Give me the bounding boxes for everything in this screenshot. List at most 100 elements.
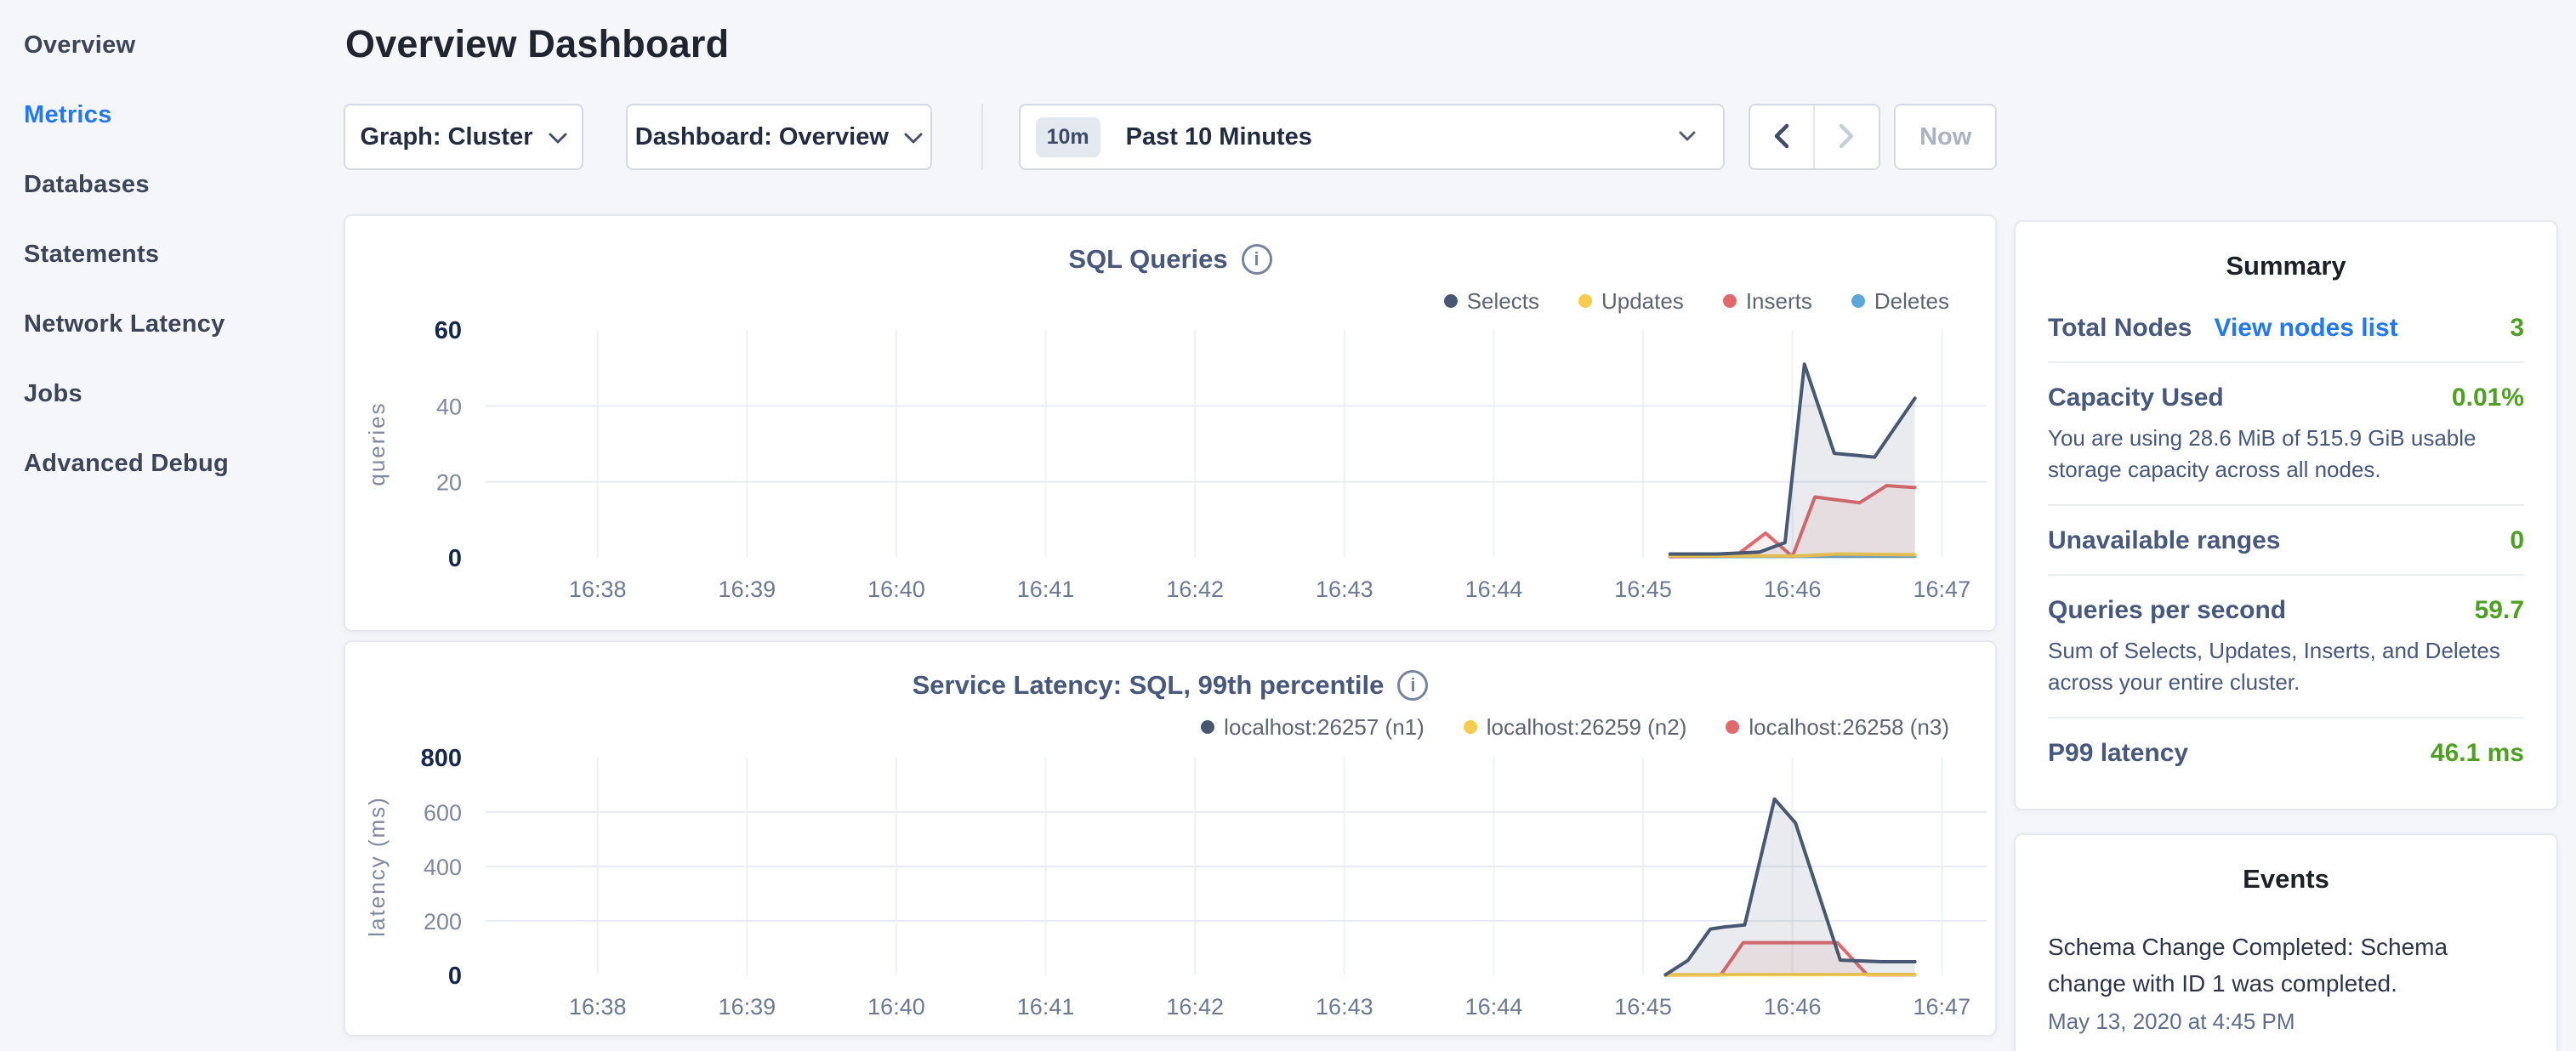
svg-text:16:38: 16:38 [569,577,627,602]
prev-time-button[interactable] [1750,105,1815,168]
chart-title: Service Latency: SQL, 99th percentile [913,670,1385,701]
sidebar-item-jobs[interactable]: Jobs [0,359,344,429]
metrics-page: Overview Metrics Databases Statements Ne… [0,0,2576,1051]
legend-dot [1444,294,1458,308]
svg-text:400: 400 [424,855,462,880]
legend-dot [1201,720,1214,734]
sidebar-item-metrics[interactable]: Metrics [0,80,344,150]
chevron-right-icon [1839,123,1854,151]
summary-label: Capacity Used [2048,383,2224,412]
svg-text:0: 0 [448,963,462,990]
svg-text:16:44: 16:44 [1465,577,1523,602]
legend-dot [1464,720,1477,734]
summary-title: Summary [2048,251,2524,281]
summary-row-total-nodes: Total Nodes View nodes list 3 [2048,293,2524,361]
summary-label: Queries per second [2048,596,2286,625]
sql-queries-card: SQL Queries i Selects Updates Inserts De… [344,214,1997,632]
graph-dropdown[interactable]: Graph: Cluster [344,104,583,170]
chevron-left-icon [1774,123,1789,151]
graph-dropdown-label: Graph: Cluster [360,123,532,151]
time-window-label: Past 10 Minutes [1126,123,1312,151]
legend-item: Inserts [1723,288,1812,315]
svg-text:20: 20 [436,470,462,496]
event-item: Schema Change Completed: Schema change w… [2048,929,2524,1036]
svg-text:16:47: 16:47 [1914,577,1971,602]
legend-item: Selects [1444,288,1539,315]
svg-text:16:40: 16:40 [867,994,925,1020]
svg-text:16:41: 16:41 [1017,994,1075,1020]
chevron-down-icon [1679,131,1696,146]
sidebar-item-statements[interactable]: Statements [0,219,344,289]
summary-value: 46.1 ms [2431,739,2524,768]
summary-description: Sum of Selects, Updates, Inserts, and De… [2048,635,2524,698]
summary-row-unavailable-ranges: Unavailable ranges 0 [2048,504,2524,574]
legend-item: Deletes [1851,288,1949,315]
svg-text:16:46: 16:46 [1764,994,1822,1020]
chart-legend: Selects Updates Inserts Deletes [345,282,1995,320]
chart-title: SQL Queries [1068,244,1227,275]
svg-text:16:39: 16:39 [719,994,776,1020]
summary-row-p99-latency: P99 latency 46.1 ms [2048,717,2524,787]
latency-chart[interactable]: 16:38 16:39 16:40 16:41 16:42 16:43 16:44 16:45… [345,746,1995,1035]
events-title: Events [2048,864,2524,895]
sidebar-item-network-latency[interactable]: Network Latency [0,289,344,359]
sidebar-item-databases[interactable]: Databases [0,150,344,219]
legend-item: localhost:26258 (n3) [1726,714,1949,741]
info-icon[interactable]: i [1242,244,1272,275]
summary-value: 59.7 [2475,596,2524,625]
sidebar-item-advanced-debug[interactable]: Advanced Debug [0,429,344,498]
view-nodes-link[interactable]: View nodes list [2214,314,2397,343]
svg-text:600: 600 [424,800,462,826]
time-range-selector[interactable]: 10m Past 10 Minutes [1019,104,1725,170]
event-timestamp: May 13, 2020 at 4:45 PM [2048,1008,2524,1035]
summary-value: 0 [2510,526,2524,555]
legend-item: localhost:26257 (n1) [1201,714,1424,741]
svg-text:16:45: 16:45 [1614,994,1672,1020]
summary-value: 3 [2510,314,2524,343]
controls-divider [981,104,983,170]
svg-text:16:42: 16:42 [1166,994,1224,1020]
summary-description: You are using 28.6 MiB of 515.9 GiB usab… [2048,423,2524,486]
legend-dot [1578,294,1592,308]
svg-text:16:41: 16:41 [1017,577,1075,602]
dashboard-dropdown[interactable]: Dashboard: Overview [626,104,932,170]
svg-text:16:46: 16:46 [1764,577,1822,602]
svg-text:16:44: 16:44 [1465,994,1523,1020]
svg-text:16:40: 16:40 [867,577,925,602]
svg-text:200: 200 [424,909,462,935]
summary-value: 0.01% [2452,383,2524,412]
svg-text:60: 60 [435,320,462,344]
legend-dot [1726,720,1739,734]
time-window-badge: 10m [1036,117,1100,157]
svg-text:16:47: 16:47 [1914,994,1971,1020]
summary-label: P99 latency [2048,739,2188,768]
sidebar-item-overview[interactable]: Overview [0,10,344,80]
chevron-down-icon [549,123,567,151]
legend-dot [1723,294,1737,308]
events-panel: Events Schema Change Completed: Schema c… [2014,833,2558,1051]
svg-text:40: 40 [436,394,462,419]
svg-text:800: 800 [421,746,462,772]
svg-text:16:43: 16:43 [1316,994,1373,1020]
service-latency-card: Service Latency: SQL, 99th percentile i … [344,640,1997,1037]
event-text: Schema Change Completed: Schema change w… [2048,929,2524,1003]
legend-item: Updates [1578,288,1684,315]
svg-text:16:43: 16:43 [1316,577,1373,602]
dashboard-dropdown-label: Dashboard: Overview [635,123,889,151]
time-nav [1749,104,1881,170]
info-icon[interactable]: i [1397,670,1428,701]
next-time-button[interactable] [1815,105,1879,168]
svg-text:0: 0 [448,545,462,572]
svg-text:16:42: 16:42 [1166,577,1224,602]
svg-text:16:45: 16:45 [1614,577,1672,602]
now-button[interactable]: Now [1894,104,1997,170]
svg-text:queries: queries [364,401,390,486]
sql-queries-chart[interactable]: 16:3816:3916:4016:4116:4216:4316:4416:45… [345,320,1995,630]
summary-label: Unavailable ranges [2048,526,2280,555]
chart-legend: localhost:26257 (n1) localhost:26259 (n2… [345,708,1995,746]
summary-row-capacity-used: Capacity Used 0.01% You are using 28.6 M… [2048,361,2524,504]
right-sidebar: Summary Total Nodes View nodes list 3 Ca… [2014,0,2558,1051]
svg-text:latency (ms): latency (ms) [364,796,390,937]
svg-text:16:38: 16:38 [569,994,627,1020]
chevron-down-icon [904,123,923,151]
